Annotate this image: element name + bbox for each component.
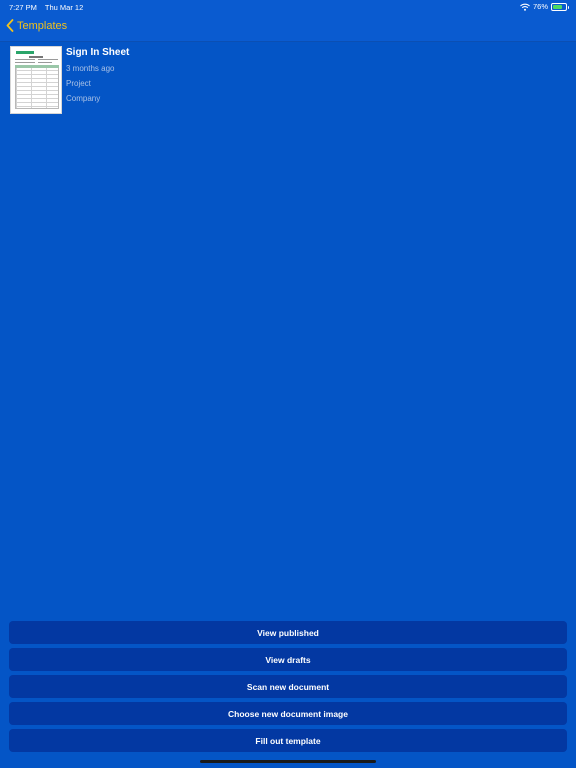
template-list-item[interactable]: Sign In Sheet 3 months ago Project Compa… [10,46,566,114]
template-company: Company [66,94,101,103]
templates-screen: Templates 7:27 PM Thu Mar 12 76% Sign In… [0,0,576,768]
choose-document-image-button[interactable]: Choose new document image [9,702,567,725]
battery-icon [551,2,569,11]
template-title: Sign In Sheet [66,47,130,58]
scan-new-document-button[interactable]: Scan new document [9,675,567,698]
thumbnail-title [29,56,43,58]
thumbnail-logo [16,51,34,54]
back-button[interactable]: Templates [6,19,67,32]
thumbnail-line [15,59,35,60]
thumbnail-table-header [15,65,59,68]
action-buttons: View published View drafts Scan new docu… [9,621,567,756]
fill-out-template-button[interactable]: Fill out template [9,729,567,752]
battery-nub [567,5,569,9]
thumbnail-line [38,59,58,60]
document-thumbnail [10,46,62,114]
view-drafts-button[interactable]: View drafts [9,648,567,671]
status-date: Thu Mar 12 [44,3,84,12]
battery-percent: 76% [532,2,548,11]
view-published-button[interactable]: View published [9,621,567,644]
thumbnail-table [15,65,59,109]
battery-fill [553,4,563,9]
wifi-icon [520,3,530,11]
template-details: Sign In Sheet 3 months ago Project Compa… [66,46,129,103]
status-time: 7:27 PM [9,3,37,12]
chevron-left-icon [6,19,14,32]
template-updated: 3 months ago [66,64,115,73]
template-project: Project [66,79,91,88]
status-right: 76% [520,2,569,11]
thumbnail-line [15,62,35,63]
thumbnail-line [38,62,52,63]
back-button-label: Templates [17,19,68,32]
status-bar: 7:27 PM Thu Mar 12 76% [0,0,576,14]
status-left: 7:27 PM Thu Mar 12 [9,3,89,12]
home-indicator[interactable] [200,760,376,763]
